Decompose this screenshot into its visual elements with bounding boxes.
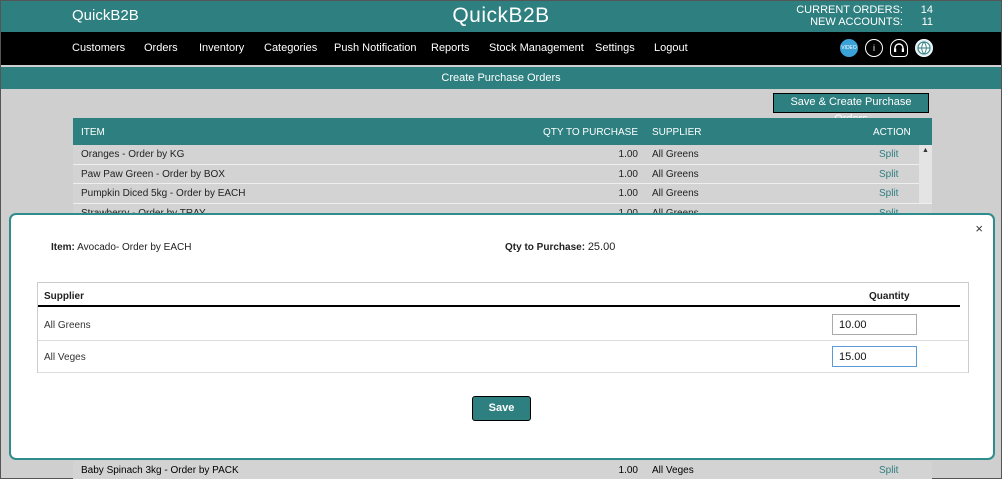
globe-icon[interactable] <box>915 39 933 57</box>
qty-label: Qty to Purchase: <box>505 242 586 253</box>
qty-value: 25.00 <box>587 241 616 253</box>
info-icon[interactable]: i <box>865 39 883 57</box>
nav-push-notification[interactable]: Push Notification <box>334 42 417 54</box>
header-quantity: Quantity <box>869 291 910 302</box>
video-icon[interactable]: VIDEO <box>840 39 858 57</box>
nav-logout[interactable]: Logout <box>654 42 688 54</box>
supplier-table-header: Supplier Quantity <box>38 283 960 307</box>
modal-item-info: Item: Avocado- Order by EACH <box>51 242 191 253</box>
supplier-row: All Greens <box>38 309 968 341</box>
item-value: Avocado- Order by EACH <box>77 242 192 253</box>
order-stats: CURRENT ORDERS: 14 NEW ACCOUNTS: 11 <box>796 4 933 28</box>
header-supplier: SUPPLIER <box>652 127 702 138</box>
nav-customers[interactable]: Customers <box>72 42 125 54</box>
video-icon-text: VIDEO <box>841 45 857 51</box>
quantity-input-all-veges[interactable] <box>832 346 917 367</box>
info-icon-text: i <box>873 43 875 53</box>
page-title: Create Purchase Orders <box>1 67 1001 89</box>
purchase-orders-table: ITEM QTY TO PURCHASE SUPPLIER ACTION Ora… <box>73 118 932 223</box>
table-row: Pumpkin Diced 5kg - Order by EACH 1.00 A… <box>73 184 932 204</box>
header-action: ACTION <box>873 127 911 138</box>
nav-reports[interactable]: Reports <box>431 42 470 54</box>
new-accounts-count: 11 <box>921 16 933 28</box>
close-icon[interactable]: × <box>975 221 983 236</box>
current-orders-label: CURRENT ORDERS: <box>796 4 903 16</box>
split-link[interactable]: Split <box>879 465 898 476</box>
split-link[interactable]: Split <box>879 149 898 160</box>
row-supplier: All Greens <box>652 149 699 160</box>
globe-icon-svg <box>917 41 931 55</box>
nav-stock-management[interactable]: Stock Management <box>489 42 584 54</box>
row-item: Paw Paw Green - Order by BOX <box>81 168 225 180</box>
table-scrollbar[interactable]: ▲ <box>919 145 932 203</box>
row-qty: 1.00 <box>618 188 638 199</box>
nav-inventory[interactable]: Inventory <box>199 42 244 54</box>
nav-categories[interactable]: Categories <box>264 42 317 54</box>
nav-icon-group: VIDEO i <box>840 39 933 57</box>
nav-settings[interactable]: Settings <box>595 42 635 54</box>
row-supplier: All Greens <box>652 168 699 180</box>
new-accounts-label: NEW ACCOUNTS: <box>810 16 903 28</box>
headset-icon-svg <box>894 43 904 52</box>
table-row: Baby Spinach 3kg - Order by PACK 1.00 Al… <box>73 461 932 479</box>
scroll-up-arrow-icon[interactable]: ▲ <box>922 147 929 154</box>
nav-orders[interactable]: Orders <box>144 42 178 54</box>
row-qty: 1.00 <box>618 168 638 180</box>
top-header: QuickB2B QuickB2B CURRENT ORDERS: 14 NEW … <box>1 1 1001 32</box>
split-link[interactable]: Split <box>879 169 898 180</box>
header-supplier: Supplier <box>44 291 85 302</box>
quantity-input-all-greens[interactable] <box>832 314 917 335</box>
modal-qty-info: Qty to Purchase: 25.00 <box>505 241 615 253</box>
split-supplier-modal: × Item: Avocado- Order by EACH Qty to Pu… <box>9 213 995 460</box>
save-create-purchase-orders-button[interactable]: Save & Create Purchase Orders <box>773 93 929 125</box>
row-qty: 1.00 <box>618 465 638 476</box>
row-item: Baby Spinach 3kg - Order by PACK <box>81 465 239 476</box>
table-row: Paw Paw Green - Order by BOX 1.00 All Gr… <box>73 164 932 184</box>
row-item: Oranges - Order by KG <box>81 149 185 160</box>
header-qty: QTY TO PURCHASE <box>542 127 638 138</box>
row-supplier: All Greens <box>652 188 699 199</box>
table-header: ITEM QTY TO PURCHASE SUPPLIER ACTION <box>73 118 932 145</box>
current-orders-count: 14 <box>920 4 933 16</box>
save-button[interactable]: Save <box>472 396 531 421</box>
supplier-name: All Greens <box>44 320 91 331</box>
row-item: Pumpkin Diced 5kg - Order by EACH <box>81 188 246 199</box>
supplier-row: All Veges <box>38 341 968 373</box>
table-row: Oranges - Order by KG 1.00 All Greens Sp… <box>73 145 932 165</box>
item-label: Item: <box>51 242 75 253</box>
row-supplier: All Veges <box>652 465 694 476</box>
main-nav: Customers Orders Inventory Categories Pu… <box>1 32 1001 65</box>
row-qty: 1.00 <box>618 149 638 160</box>
split-link[interactable]: Split <box>879 188 898 199</box>
headset-icon[interactable] <box>890 39 908 57</box>
supplier-split-table: Supplier Quantity All Greens All Veges <box>37 282 969 373</box>
header-item: ITEM <box>81 127 105 138</box>
supplier-name: All Veges <box>44 352 86 363</box>
